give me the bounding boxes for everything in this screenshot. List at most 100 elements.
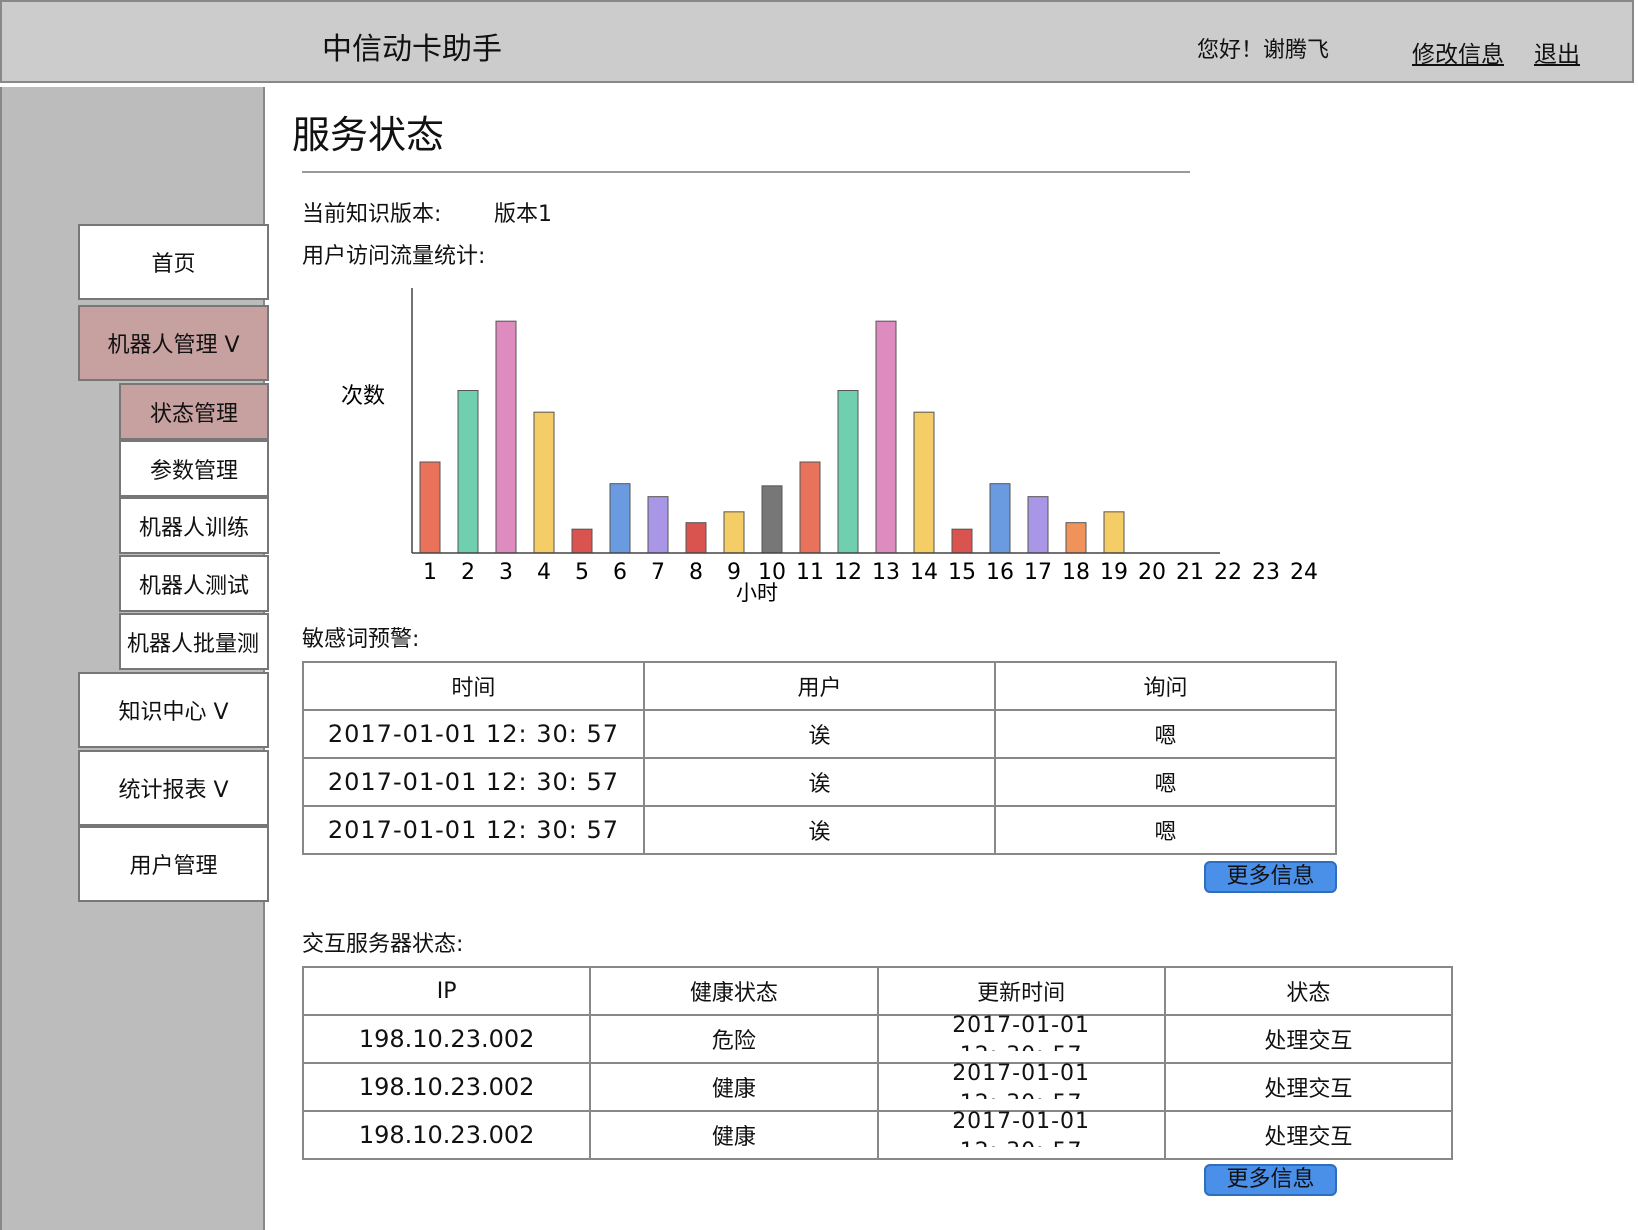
x-tick-label: 11 — [796, 560, 824, 585]
x-tick-label: 1 — [423, 560, 437, 585]
traffic-stats-label: 用户访问流量统计: — [302, 244, 486, 269]
x-tick-label: 21 — [1176, 560, 1204, 585]
cell-ip: 198.10.23.002 — [301, 1014, 592, 1064]
sensitive-word-table: 时间 用户 询问 2017-01-01 12: 30: 57 诶 嗯 2017-… — [302, 661, 1337, 855]
x-tick-label: 20 — [1138, 560, 1166, 585]
update-time-text: 2017-01-01 12: 30: 57 — [952, 1109, 1091, 1147]
table-row[interactable]: 2017-01-01 12: 30: 57 诶 嗯 — [302, 805, 1337, 855]
bar-hour-9 — [723, 511, 745, 554]
sidebar-item-robot-management[interactable]: 机器人管理 V — [78, 305, 269, 381]
cell-ip: 198.10.23.002 — [301, 1110, 592, 1160]
x-tick-label: 19 — [1100, 560, 1128, 585]
cell-health: 健康 — [589, 1110, 879, 1160]
server-status-label: 交互服务器状态: — [302, 932, 464, 957]
sidebar-item-user-management[interactable]: 用户管理 — [78, 826, 269, 902]
x-tick-label: 23 — [1252, 560, 1280, 585]
x-tick-label: 15 — [948, 560, 976, 585]
sidebar: 首页 机器人管理 V 状态管理 参数管理 机器人训练 机器人测试 机器人批量测 … — [0, 87, 269, 1230]
x-tick-label: 12 — [834, 560, 862, 585]
x-tick-label: 4 — [537, 560, 551, 585]
bar-hour-6 — [609, 483, 631, 554]
bar-hour-1 — [419, 461, 441, 554]
sidebar-subitem-robot-training[interactable]: 机器人训练 — [119, 497, 269, 554]
sidebar-subitem-status-management[interactable]: 状态管理 — [119, 383, 269, 440]
bar-hour-8 — [685, 522, 707, 554]
cell-user: 诶 — [642, 805, 997, 855]
server-status-table: IP 健康状态 更新时间 状态 198.10.23.002 危险 2017-01… — [301, 966, 1454, 1160]
x-tick-label: 8 — [689, 560, 703, 585]
cell-user: 诶 — [642, 757, 997, 807]
cell-time: 2017-01-01 12: 30: 57 — [302, 757, 645, 807]
bar-hour-18 — [1065, 522, 1087, 554]
cell-health: 健康 — [589, 1062, 879, 1112]
sidebar-subitem-robot-batch-testing[interactable]: 机器人批量测 — [119, 613, 269, 670]
logout-link[interactable]: 退出 — [1534, 35, 1580, 69]
edit-profile-link[interactable]: 修改信息 — [1412, 35, 1504, 69]
table-row[interactable]: 198.10.23.002 健康 2017-01-01 12: 30: 57 处… — [301, 1061, 1454, 1112]
knowledge-version-value: 版本1 — [494, 202, 552, 227]
column-header-time: 时间 — [302, 661, 645, 711]
column-header-query: 询问 — [994, 661, 1337, 711]
table-header-row: IP 健康状态 更新时间 状态 — [301, 966, 1454, 1016]
x-tick-label: 13 — [872, 560, 900, 585]
table-row[interactable]: 198.10.23.002 危险 2017-01-01 12: 30: 57 处… — [301, 1013, 1454, 1064]
cell-update-time: 2017-01-01 12: 30: 57 — [876, 1109, 1166, 1160]
bar-hour-12 — [837, 390, 859, 554]
top-bar: 中信动卡助手 您好！谢腾飞 修改信息 退出 — [0, 0, 1634, 83]
sidebar-subitem-parameter-management[interactable]: 参数管理 — [119, 440, 269, 497]
bar-hour-2 — [457, 390, 479, 554]
bar-hour-11 — [799, 461, 821, 554]
column-header-ip: IP — [301, 966, 592, 1016]
x-tick-label: 5 — [575, 560, 589, 585]
cell-user: 诶 — [642, 709, 997, 759]
traffic-bar-chart: 次数 1 2 3 4 5 6 7 8 9 10 11 12 13 14 15 16 17 18 19 20 21 22 23… — [341, 288, 1318, 605]
cell-update-time: 2017-01-01 12: 30: 57 — [876, 1061, 1166, 1112]
bar-hour-7 — [647, 496, 669, 554]
update-time-text: 2017-01-01 12: 30: 57 — [952, 1013, 1091, 1051]
bar-hour-17 — [1027, 496, 1049, 554]
bar-hour-4 — [533, 411, 555, 554]
sidebar-item-statistics-report[interactable]: 统计报表 V — [78, 750, 269, 826]
x-tick-label: 2 — [461, 560, 475, 585]
x-tick-label: 3 — [499, 560, 513, 585]
x-tick-label: 14 — [910, 560, 938, 585]
column-header-update-time: 更新时间 — [876, 966, 1166, 1016]
bar-hour-14 — [913, 411, 935, 554]
table-header-row: 时间 用户 询问 — [302, 661, 1337, 711]
bar-hour-3 — [495, 320, 517, 554]
column-header-status: 状态 — [1163, 966, 1454, 1016]
cell-query: 嗯 — [994, 805, 1337, 855]
x-tick-label: 24 — [1290, 560, 1318, 585]
sidebar-item-home[interactable]: 首页 — [78, 224, 269, 300]
cell-update-time: 2017-01-01 12: 30: 57 — [876, 1013, 1166, 1064]
x-tick-label: 17 — [1024, 560, 1052, 585]
bar-hour-13 — [875, 320, 897, 554]
sidebar-subitem-robot-testing[interactable]: 机器人测试 — [119, 555, 269, 612]
x-tick-label: 22 — [1214, 560, 1242, 585]
cell-health: 危险 — [589, 1014, 879, 1064]
cell-query: 嗯 — [994, 709, 1337, 759]
bar-hour-10 — [761, 485, 783, 554]
cell-status: 处理交互 — [1163, 1014, 1454, 1064]
title-divider — [302, 171, 1190, 173]
table-row[interactable]: 2017-01-01 12: 30: 57 诶 嗯 — [302, 757, 1337, 807]
cell-query: 嗯 — [994, 757, 1337, 807]
server-more-info-button[interactable]: 更多信息 — [1204, 1164, 1337, 1196]
cell-status: 处理交互 — [1163, 1110, 1454, 1160]
x-tick-label: 16 — [986, 560, 1014, 585]
sensitive-more-info-button[interactable]: 更多信息 — [1204, 861, 1337, 893]
cell-time: 2017-01-01 12: 30: 57 — [302, 805, 645, 855]
x-tick-label: 6 — [613, 560, 627, 585]
y-axis-title: 次数 — [341, 384, 385, 409]
x-tick-label: 18 — [1062, 560, 1090, 585]
cell-status: 处理交互 — [1163, 1062, 1454, 1112]
update-time-text: 2017-01-01 12: 30: 57 — [952, 1061, 1091, 1099]
sensitive-word-label: 敏感词预警: — [302, 627, 420, 652]
bar-hour-5 — [571, 528, 593, 554]
cell-ip: 198.10.23.002 — [301, 1062, 592, 1112]
sidebar-item-knowledge-center[interactable]: 知识中心 V — [78, 672, 269, 748]
column-header-health: 健康状态 — [589, 966, 879, 1016]
table-row[interactable]: 2017-01-01 12: 30: 57 诶 嗯 — [302, 709, 1337, 759]
table-row[interactable]: 198.10.23.002 健康 2017-01-01 12: 30: 57 处… — [301, 1109, 1454, 1160]
bar-hour-19 — [1103, 511, 1125, 554]
